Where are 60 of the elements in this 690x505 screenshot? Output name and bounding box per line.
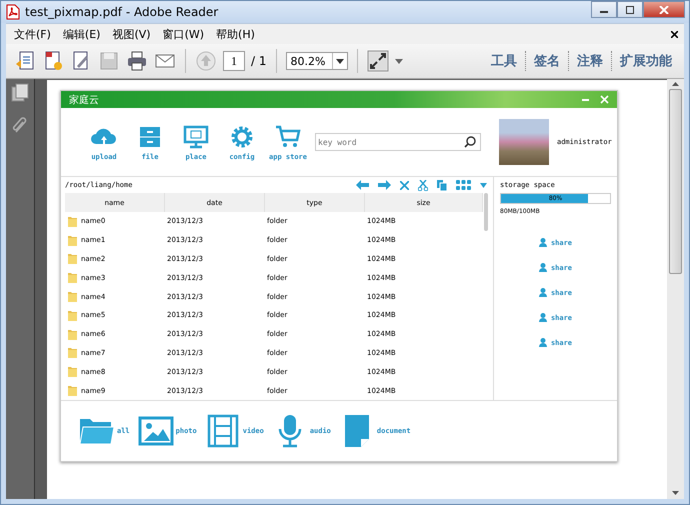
folder-icon [68,347,77,358]
scroll-up-icon[interactable] [672,82,679,86]
menu-item[interactable]: 文件(F) [14,26,51,42]
page-total: / 1 [251,54,266,68]
minimize-button[interactable] [591,1,617,18]
print-icon[interactable] [126,50,148,72]
right-arrow-icon[interactable] [378,180,391,190]
menu-item[interactable]: 窗口(W) [162,26,204,42]
menu-item[interactable]: 视图(V) [112,26,151,42]
person-icon [538,288,547,297]
panel-tab[interactable]: 注释 [569,52,611,70]
maximize-button[interactable] [617,1,643,18]
person-icon [538,313,547,322]
menu-item[interactable]: 编辑(E) [62,26,100,42]
search-icon[interactable] [464,136,476,148]
left-arrow-icon[interactable] [356,180,369,190]
folder-icon [68,272,77,284]
close-button[interactable] [643,1,685,18]
panel-tab[interactable]: 扩展功能 [612,52,680,70]
page-number-field[interactable]: 1 [223,51,245,71]
pdf-file-icon [6,4,20,20]
delete-icon[interactable] [400,180,409,190]
document-arrow-icon[interactable] [14,50,36,72]
cut-icon[interactable] [418,180,428,190]
panel-tab[interactable]: 签名 [526,52,568,70]
menu-item[interactable]: 帮助(H) [216,26,255,42]
monitor-icon [182,124,210,150]
zoom-dropdown[interactable]: 80.2% [286,52,348,70]
close-icon [659,6,669,14]
window-title: test_pixmap.pdf - Adobe Reader [25,5,218,19]
folder-icon [68,310,77,321]
scrollbar-thumb[interactable] [669,89,682,274]
folder-icon [68,253,77,264]
app-title: 家庭云 [69,94,99,106]
scrollbar-thumb[interactable] [484,193,488,231]
grid-view-icon[interactable] [456,180,471,190]
maximize-icon [625,6,635,14]
person-icon [538,338,547,347]
person-icon [538,263,547,272]
person-icon [538,238,547,247]
folder-icon [68,234,77,246]
close-icon[interactable] [671,30,678,38]
paperclip-icon[interactable] [11,115,29,135]
folder-icon [68,385,77,396]
copy-icon[interactable] [437,180,447,190]
folder-icon [68,366,77,378]
photo-placeholder [499,119,549,165]
expand-arrows-icon[interactable] [366,50,388,72]
cart-icon [274,124,302,150]
caret-icon[interactable] [394,58,402,64]
panel-tab[interactable]: 工具 [483,52,525,70]
folder-icon [68,328,77,340]
scroll-down-icon[interactable] [672,491,679,495]
image-icon [138,414,174,448]
caret-icon[interactable] [480,182,487,188]
search-field[interactable]: key word [315,133,481,151]
folder-icon [68,291,77,302]
pages-icon[interactable] [11,83,29,103]
folder-icon [68,216,77,227]
caret-icon [336,58,344,64]
